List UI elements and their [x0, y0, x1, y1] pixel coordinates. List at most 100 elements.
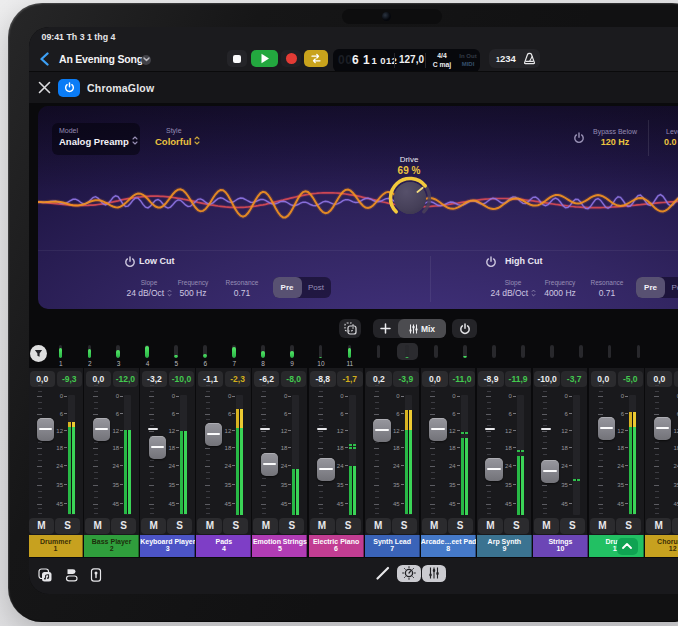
channel-strip: 0,0 -5,0 061218243545 M S: [589, 368, 644, 535]
song-title[interactable]: An Evening Song: [59, 53, 143, 65]
duplicate-button[interactable]: [339, 319, 361, 338]
track-label[interactable]: Arcade…eet Pad8: [421, 535, 476, 557]
track-label[interactable]: Electric Piano6: [309, 535, 364, 557]
low-cut-power-icon[interactable]: [124, 256, 136, 268]
mixer-view-group: Mix: [373, 319, 446, 338]
solo-button[interactable]: S: [448, 518, 473, 534]
solo-button[interactable]: S: [560, 518, 585, 534]
solo-button[interactable]: S: [55, 518, 80, 534]
fader-cap[interactable]: [541, 460, 559, 483]
solo-button[interactable]: S: [279, 518, 304, 534]
solo-button[interactable]: S: [392, 518, 417, 534]
track-label[interactable]: Arp Synth9: [477, 535, 532, 557]
solo-button[interactable]: S: [504, 518, 529, 534]
song-menu-chevron-icon[interactable]: [141, 55, 151, 65]
lcd-display[interactable]: 00 6 1 1 012 127,0 4/4C maj In OutMIDI: [333, 49, 480, 72]
mute-button[interactable]: M: [422, 518, 447, 534]
count-in-button[interactable]: 1234: [496, 53, 516, 64]
play-button[interactable]: [251, 50, 278, 67]
high-cut-power-icon[interactable]: [485, 256, 497, 268]
record-button[interactable]: [281, 50, 301, 67]
close-icon[interactable]: [38, 81, 51, 94]
drive-knob[interactable]: [385, 173, 435, 223]
count-in-group[interactable]: 1234: [489, 49, 540, 68]
metronome-icon[interactable]: [522, 52, 537, 66]
fader-cap[interactable]: [373, 419, 391, 442]
high-cut-pre-button[interactable]: Pre: [636, 277, 665, 298]
model-value[interactable]: Analog Preamp: [59, 136, 138, 147]
low-cut-post-button[interactable]: Post: [302, 277, 331, 298]
solo-button[interactable]: S: [167, 518, 192, 534]
fader-cap[interactable]: [149, 436, 167, 459]
track-label[interactable]: Pads4: [196, 535, 251, 557]
fader-cap[interactable]: [261, 453, 279, 476]
sampler-icon[interactable]: [64, 568, 78, 582]
high-cut-resonance[interactable]: Resonance0.71: [577, 279, 637, 299]
fader-cap[interactable]: [37, 418, 55, 441]
fader-value-chip: 0,0: [591, 371, 617, 387]
pencil-icon[interactable]: [375, 565, 391, 581]
track-label[interactable]: Chorus V12: [645, 535, 678, 557]
stop-button[interactable]: [227, 50, 247, 67]
smart-controls-button[interactable]: [397, 565, 421, 583]
mixer-power-button[interactable]: [452, 319, 477, 338]
low-cut-pre-button[interactable]: Pre: [273, 277, 302, 298]
track-label[interactable]: Bass Player2: [84, 535, 139, 557]
bypass-below-value[interactable]: 120 Hz: [579, 137, 651, 147]
solo-button[interactable]: S: [616, 518, 641, 534]
channel-strip: -10,0 -3,7 061218243545 M S: [533, 368, 588, 535]
cycle-button[interactable]: [304, 50, 328, 67]
mute-button[interactable]: M: [590, 518, 615, 534]
add-track-button[interactable]: [373, 319, 398, 338]
plugin-power-button[interactable]: [58, 79, 80, 97]
overview-channel-number: 6: [195, 360, 215, 367]
mute-button[interactable]: M: [29, 518, 54, 534]
mix-tab[interactable]: Mix: [398, 319, 446, 338]
style-value[interactable]: Colorful: [155, 136, 200, 147]
duplicate-icon: [344, 322, 357, 335]
high-cut-post-button[interactable]: Post: [665, 277, 678, 298]
fader-cap[interactable]: [485, 458, 503, 481]
loop-browser-icon[interactable]: [38, 568, 52, 582]
back-chevron-icon[interactable]: [39, 52, 50, 66]
overview-meter: [579, 345, 583, 358]
track-label[interactable]: Keyboard Player3: [140, 535, 195, 557]
fader-cap[interactable]: [654, 417, 672, 440]
fader-cap[interactable]: [93, 418, 111, 441]
solo-button[interactable]: S: [672, 518, 678, 534]
mute-button[interactable]: M: [534, 518, 559, 534]
fader-cap[interactable]: [598, 417, 616, 440]
mute-button[interactable]: M: [646, 518, 671, 534]
level-meter: [461, 395, 468, 515]
track-label[interactable]: Drummer1: [29, 535, 83, 557]
mixer-faders-button[interactable]: [422, 565, 446, 583]
track-label[interactable]: Strings10: [533, 535, 588, 557]
overview-channel-number: 4: [138, 360, 158, 367]
fader-cap[interactable]: [317, 458, 335, 481]
mute-button[interactable]: M: [366, 518, 391, 534]
track-label[interactable]: Emotion Strings5: [252, 535, 307, 557]
drive-label: Drive: [379, 155, 439, 164]
track-label[interactable]: Synth Lead7: [365, 535, 420, 557]
chromaglow-panel: Model Analog Preamp Style Colorful Bypas…: [38, 106, 678, 309]
lcd-tempo: 127,0: [399, 54, 424, 65]
fader-cap[interactable]: [429, 418, 447, 441]
level-value[interactable]: 0.0: [664, 137, 677, 147]
level-meter: [629, 395, 636, 515]
key-command-icon[interactable]: [89, 568, 103, 582]
fader-cap[interactable]: [205, 423, 223, 446]
high-cut-pre-post: Pre Post: [636, 277, 678, 298]
mute-button[interactable]: M: [197, 518, 222, 534]
solo-button[interactable]: S: [223, 518, 248, 534]
mute-button[interactable]: M: [141, 518, 166, 534]
solo-button[interactable]: S: [336, 518, 361, 534]
mute-button[interactable]: M: [85, 518, 110, 534]
mute-button[interactable]: M: [253, 518, 278, 534]
low-cut-resonance[interactable]: Resonance0.71: [212, 279, 272, 299]
solo-button[interactable]: S: [111, 518, 136, 534]
knob-dial-icon: [402, 566, 416, 580]
collapse-chevron-button[interactable]: [617, 538, 638, 555]
mute-button[interactable]: M: [310, 518, 335, 534]
filter-button[interactable]: [30, 345, 47, 362]
mute-button[interactable]: M: [478, 518, 503, 534]
